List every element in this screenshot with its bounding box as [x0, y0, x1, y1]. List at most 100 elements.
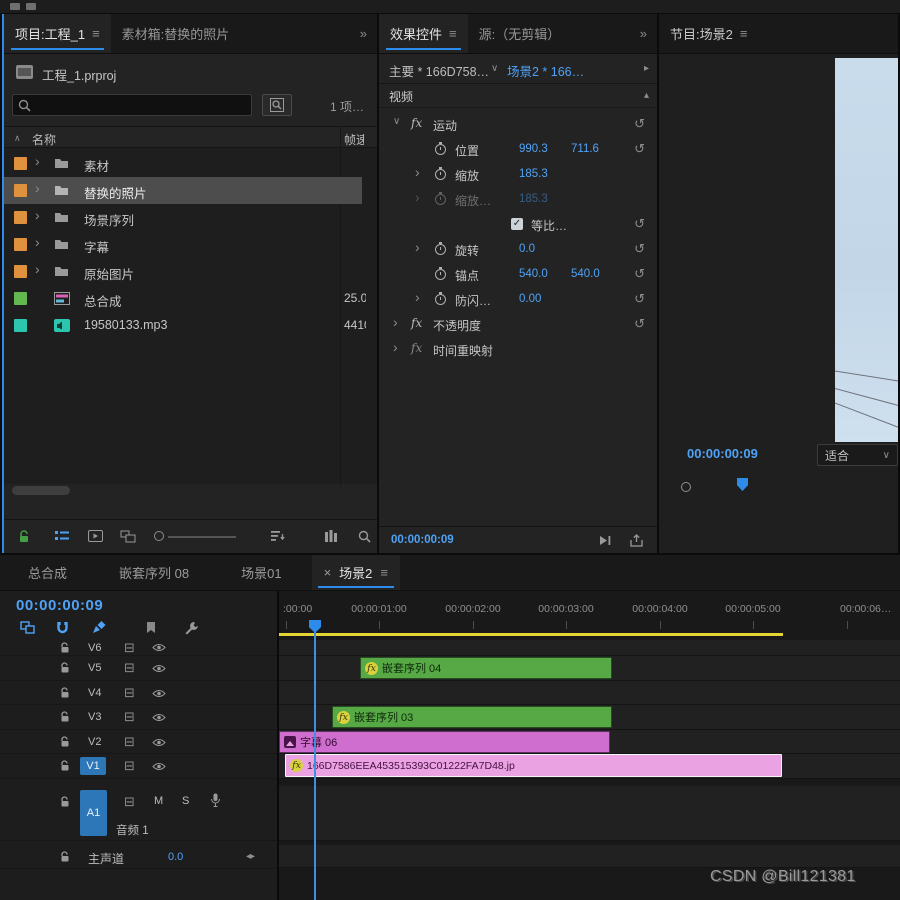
lock-icon[interactable] — [60, 662, 70, 674]
param-value-y[interactable]: 540.0 — [571, 268, 600, 280]
horizontal-scrollbar[interactable] — [12, 486, 70, 495]
stopwatch-icon[interactable] — [435, 144, 446, 155]
effect-label[interactable]: 时间重映射 — [433, 342, 493, 359]
item-name[interactable]: 场景序列 — [84, 210, 134, 229]
reset-icon[interactable] — [634, 241, 645, 257]
search-input[interactable] — [12, 94, 252, 116]
project-file-name[interactable]: 工程_1.prproj — [42, 65, 116, 84]
lock-icon[interactable] — [60, 760, 70, 772]
track-name[interactable]: V5 — [88, 662, 101, 674]
stopwatch-icon[interactable] — [435, 169, 446, 180]
chevron-right-icon[interactable] — [393, 339, 398, 355]
insert-as-nested-icon[interactable] — [20, 621, 35, 634]
search-bin-icon[interactable] — [358, 530, 371, 543]
export-frame-icon[interactable] — [630, 534, 643, 547]
automate-to-sequence-icon[interactable] — [324, 530, 338, 543]
tab-sequence-main[interactable]: 总合成 — [28, 555, 67, 590]
column-name[interactable]: 名称 — [32, 131, 56, 148]
track-header-v3[interactable]: V3 — [0, 705, 277, 730]
lock-icon[interactable] — [60, 711, 70, 723]
source-patch-icon[interactable] — [124, 685, 135, 701]
param-value[interactable]: 185.3 — [519, 168, 548, 180]
track-name-a1[interactable]: A1 — [80, 790, 107, 836]
chevron-right-icon[interactable] — [415, 289, 420, 305]
lock-icon[interactable] — [60, 851, 70, 863]
sequence-clip-name[interactable]: 场景2 * 166… — [507, 61, 584, 80]
track-lane-v4[interactable] — [279, 681, 900, 705]
tab-project[interactable]: 项目:工程_1 — [4, 14, 111, 53]
list-item[interactable]: 原始图片 — [4, 258, 362, 285]
track-name-v1-selected[interactable]: V1 — [80, 757, 106, 775]
master-track-name[interactable]: 主声道 — [88, 850, 124, 867]
effect-label[interactable]: 运动 — [433, 117, 457, 134]
param-row-scale[interactable]: 缩放 185.3 — [379, 162, 657, 187]
track-header-v5[interactable]: V5 — [0, 656, 277, 681]
twirl-icon[interactable] — [35, 153, 40, 169]
tab-overflow-icon[interactable] — [350, 26, 377, 41]
reset-icon[interactable] — [634, 141, 645, 157]
item-name[interactable]: 字幕 — [84, 237, 109, 256]
effect-label[interactable]: 不透明度 — [433, 317, 481, 334]
list-item-selected[interactable]: 替换的照片 — [4, 177, 362, 204]
track-lane-v6[interactable] — [279, 640, 900, 656]
timeline-tracks-area[interactable]: :00:00 00:00:01:00 00:00:02:00 00:00:03:… — [277, 591, 900, 900]
timeline-timecode[interactable]: 00:00:00:09 — [16, 597, 103, 614]
list-item[interactable]: 总合成 25.0 — [4, 285, 362, 312]
eye-icon[interactable] — [152, 664, 166, 673]
param-row-antiflicker[interactable]: 防闪… 0.00 — [379, 287, 657, 312]
label-color-chip[interactable] — [14, 211, 27, 224]
item-name[interactable]: 原始图片 — [84, 264, 134, 283]
readonly-lock-icon[interactable] — [18, 530, 30, 544]
twirl-icon[interactable] — [35, 207, 40, 223]
eye-icon[interactable] — [152, 643, 166, 652]
panel-menu-icon[interactable] — [380, 565, 388, 580]
voiceover-mic-icon[interactable] — [210, 793, 221, 808]
param-row-uniform-scale[interactable]: 等比… — [379, 212, 657, 237]
item-name[interactable]: 19580133.mp3 — [84, 318, 167, 332]
tab-bin[interactable]: 素材箱:替换的照片 — [111, 14, 241, 53]
find-button[interactable] — [262, 94, 292, 116]
label-color-chip[interactable] — [14, 265, 27, 278]
clip-nested-03[interactable]: fx 嵌套序列 03 — [332, 706, 612, 728]
checkbox-checked-icon[interactable] — [511, 218, 523, 230]
list-item[interactable]: 素材 — [4, 150, 362, 177]
master-clip-name[interactable]: 主要 * 166D758… — [389, 61, 489, 80]
eye-icon[interactable] — [152, 738, 166, 747]
item-name[interactable]: 替换的照片 — [84, 183, 147, 202]
param-label[interactable]: 旋转 — [455, 242, 479, 259]
pan-icon[interactable] — [246, 851, 254, 862]
video-section-header[interactable]: 视频 — [379, 84, 657, 108]
track-name[interactable]: V2 — [88, 736, 101, 748]
program-timecode[interactable]: 00:00:00:09 — [687, 446, 758, 461]
track-header-v2[interactable]: V2 — [0, 730, 277, 754]
param-row-position[interactable]: 位置 990.3 711.6 — [379, 137, 657, 162]
master-gain-value[interactable]: 0.0 — [168, 851, 183, 863]
param-label[interactable]: 防闪… — [455, 292, 491, 309]
twirl-icon[interactable] — [35, 261, 40, 277]
tab-sequence-nested08[interactable]: 嵌套序列 08 — [119, 555, 189, 590]
list-item[interactable]: 19580133.mp3 44100 — [4, 312, 362, 339]
panel-menu-icon[interactable] — [92, 26, 100, 41]
track-header-v6[interactable]: V6 — [0, 640, 277, 656]
effect-row-motion[interactable]: fx 运动 — [379, 112, 657, 137]
param-row-anchor[interactable]: 锚点 540.0 540.0 — [379, 262, 657, 287]
freeform-view-icon[interactable] — [120, 530, 136, 543]
list-column-header[interactable]: 名称 帧速 — [4, 126, 377, 148]
param-label[interactable]: 锚点 — [455, 267, 479, 284]
lock-icon[interactable] — [60, 796, 70, 808]
playhead-marker[interactable] — [309, 620, 321, 633]
source-patch-icon[interactable] — [124, 758, 135, 774]
reset-icon[interactable] — [634, 216, 645, 232]
tab-effect-controls[interactable]: 效果控件 — [379, 14, 468, 53]
panel-menu-icon[interactable] — [740, 26, 748, 41]
track-header-master[interactable]: 主声道 0.0 — [0, 845, 277, 869]
param-value-y[interactable]: 711.6 — [571, 143, 599, 155]
lock-icon[interactable] — [60, 642, 70, 654]
add-marker-icon[interactable] — [146, 621, 156, 634]
scroll-right-icon[interactable] — [644, 63, 649, 74]
chevron-down-icon[interactable] — [491, 63, 498, 74]
column-rate[interactable]: 帧速 — [344, 131, 364, 148]
track-lane-a1[interactable] — [279, 786, 900, 841]
zoom-slider-track[interactable] — [168, 536, 236, 538]
track-name[interactable]: V6 — [88, 642, 101, 654]
